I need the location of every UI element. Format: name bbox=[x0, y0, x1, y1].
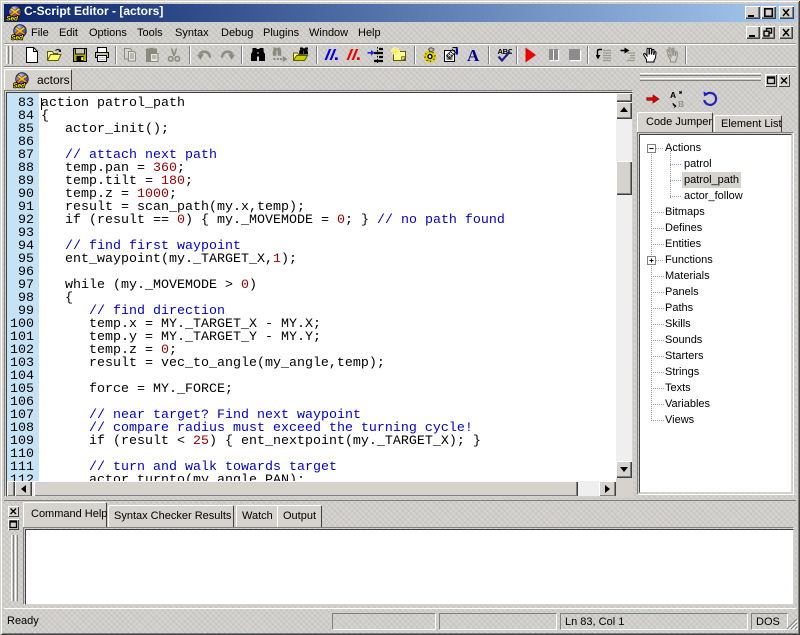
svg-text:Sed: Sed bbox=[6, 16, 19, 22]
svg-text:Sed: Sed bbox=[13, 83, 26, 89]
svg-text:A: A bbox=[670, 90, 676, 100]
svg-text:A: A bbox=[467, 47, 480, 63]
svg-text:Sed: Sed bbox=[11, 35, 24, 41]
svg-text:B: B bbox=[678, 99, 684, 108]
